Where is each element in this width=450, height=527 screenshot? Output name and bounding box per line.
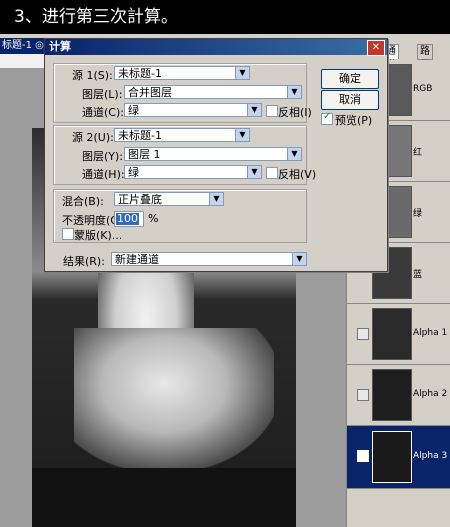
result-label: 结果(R): bbox=[63, 255, 105, 268]
source2-value: 未标题-1 bbox=[118, 129, 162, 142]
source2-channel-label: 通道(H): bbox=[82, 168, 125, 181]
blending-select[interactable]: 正片叠底 ▼ bbox=[114, 192, 224, 206]
source1-layer-label: 图层(L): bbox=[82, 88, 123, 101]
source1-invert-checkbox[interactable] bbox=[266, 105, 278, 117]
source2-invert-label: 反相(V) bbox=[278, 168, 317, 181]
channel-label: 绿 bbox=[413, 209, 423, 219]
check-icon: ✓ bbox=[323, 111, 332, 122]
channel-row-alpha1[interactable]: Alpha 1 bbox=[347, 304, 450, 365]
preview-label: 预览(P) bbox=[335, 114, 373, 127]
source1-select[interactable]: 未标题-1 ▼ bbox=[114, 66, 250, 80]
source1-group: 源 1(S): 未标题-1 ▼ 图层(L): 合并图层 ▼ 通道(C): 绿 ▼… bbox=[53, 63, 312, 123]
source2-invert-checkbox[interactable] bbox=[266, 167, 278, 179]
visibility-toggle[interactable] bbox=[357, 328, 369, 340]
source1-invert-label: 反相(I) bbox=[278, 106, 312, 119]
close-icon[interactable]: ✕ bbox=[367, 40, 385, 56]
dialog-title: 计算 bbox=[49, 40, 71, 53]
channel-thumbnail bbox=[372, 431, 412, 483]
calculations-dialog: 计算 ✕ 源 1(S): 未标题-1 ▼ 图层(L): 合并图层 ▼ 通道(C)… bbox=[44, 38, 388, 272]
source1-channel-select[interactable]: 绿 ▼ bbox=[124, 103, 262, 117]
source2-select[interactable]: 未标题-1 ▼ bbox=[114, 128, 250, 142]
opacity-unit: % bbox=[148, 212, 159, 225]
ruler bbox=[0, 54, 46, 69]
channel-row-alpha3[interactable]: Alpha 3 bbox=[347, 426, 450, 489]
blending-group: 混合(B): 正片叠底 ▼ 不透明度(O): 100 % 蒙版(K)... bbox=[53, 189, 307, 243]
blending-value: 正片叠底 bbox=[118, 193, 162, 206]
source2-layer-value: 图层 1 bbox=[128, 148, 161, 161]
channel-row-alpha2[interactable]: Alpha 2 bbox=[347, 365, 450, 426]
ok-button[interactable]: 确定 bbox=[321, 69, 379, 89]
source1-layer-select[interactable]: 合并图层 ▼ bbox=[124, 85, 302, 99]
chevron-down-icon[interactable]: ▼ bbox=[235, 67, 249, 79]
source2-group: 源 2(U): 未标题-1 ▼ 图层(Y): 图层 1 ▼ 通道(H): 绿 ▼… bbox=[53, 125, 316, 185]
chevron-down-icon[interactable]: ▼ bbox=[247, 104, 261, 116]
eye-icon[interactable] bbox=[357, 450, 369, 462]
tab-paths[interactable]: 路径 bbox=[417, 44, 433, 71]
opacity-value: 100 bbox=[116, 212, 139, 225]
channel-label: RGB bbox=[413, 84, 433, 94]
chevron-down-icon[interactable]: ▼ bbox=[292, 253, 306, 265]
dialog-title-bar: 计算 bbox=[45, 39, 387, 55]
source1-channel-value: 绿 bbox=[128, 104, 139, 117]
result-select[interactable]: 新建通道 ▼ bbox=[111, 252, 307, 266]
opacity-input[interactable]: 100 bbox=[114, 211, 144, 227]
visibility-toggle[interactable] bbox=[357, 389, 369, 401]
chevron-down-icon[interactable]: ▼ bbox=[287, 86, 301, 98]
source2-channel-select[interactable]: 绿 ▼ bbox=[124, 165, 262, 179]
channel-label: 红 bbox=[413, 148, 423, 158]
source1-channel-label: 通道(C): bbox=[82, 106, 124, 119]
source1-label: 源 1(S): bbox=[72, 69, 113, 82]
blending-label: 混合(B): bbox=[62, 195, 104, 208]
source2-layer-select[interactable]: 图层 1 ▼ bbox=[124, 147, 302, 161]
mask-checkbox[interactable] bbox=[62, 228, 74, 240]
tutorial-caption: 3、进行第三次計算。 bbox=[0, 0, 450, 34]
chevron-down-icon[interactable]: ▼ bbox=[247, 166, 261, 178]
photo-grass bbox=[32, 468, 296, 527]
channel-label: 蓝 bbox=[413, 270, 423, 280]
result-value: 新建通道 bbox=[115, 253, 159, 266]
source2-channel-value: 绿 bbox=[128, 166, 139, 179]
channel-thumbnail bbox=[372, 369, 412, 421]
channel-label: Alpha 1 bbox=[413, 328, 448, 338]
channel-label: Alpha 2 bbox=[413, 389, 448, 399]
source1-value: 未标题-1 bbox=[118, 67, 162, 80]
photo-dress bbox=[74, 328, 274, 468]
source2-label: 源 2(U): bbox=[72, 131, 114, 144]
chevron-down-icon[interactable]: ▼ bbox=[209, 193, 223, 205]
source2-layer-label: 图层(Y): bbox=[82, 150, 124, 163]
source1-layer-value: 合并图层 bbox=[128, 86, 172, 99]
mask-label[interactable]: 蒙版(K)... bbox=[74, 227, 122, 243]
cancel-button[interactable]: 取消 bbox=[321, 90, 379, 110]
channel-label: Alpha 3 bbox=[413, 451, 448, 461]
chevron-down-icon[interactable]: ▼ bbox=[287, 148, 301, 160]
chevron-down-icon[interactable]: ▼ bbox=[235, 129, 249, 141]
channel-thumbnail bbox=[372, 308, 412, 360]
